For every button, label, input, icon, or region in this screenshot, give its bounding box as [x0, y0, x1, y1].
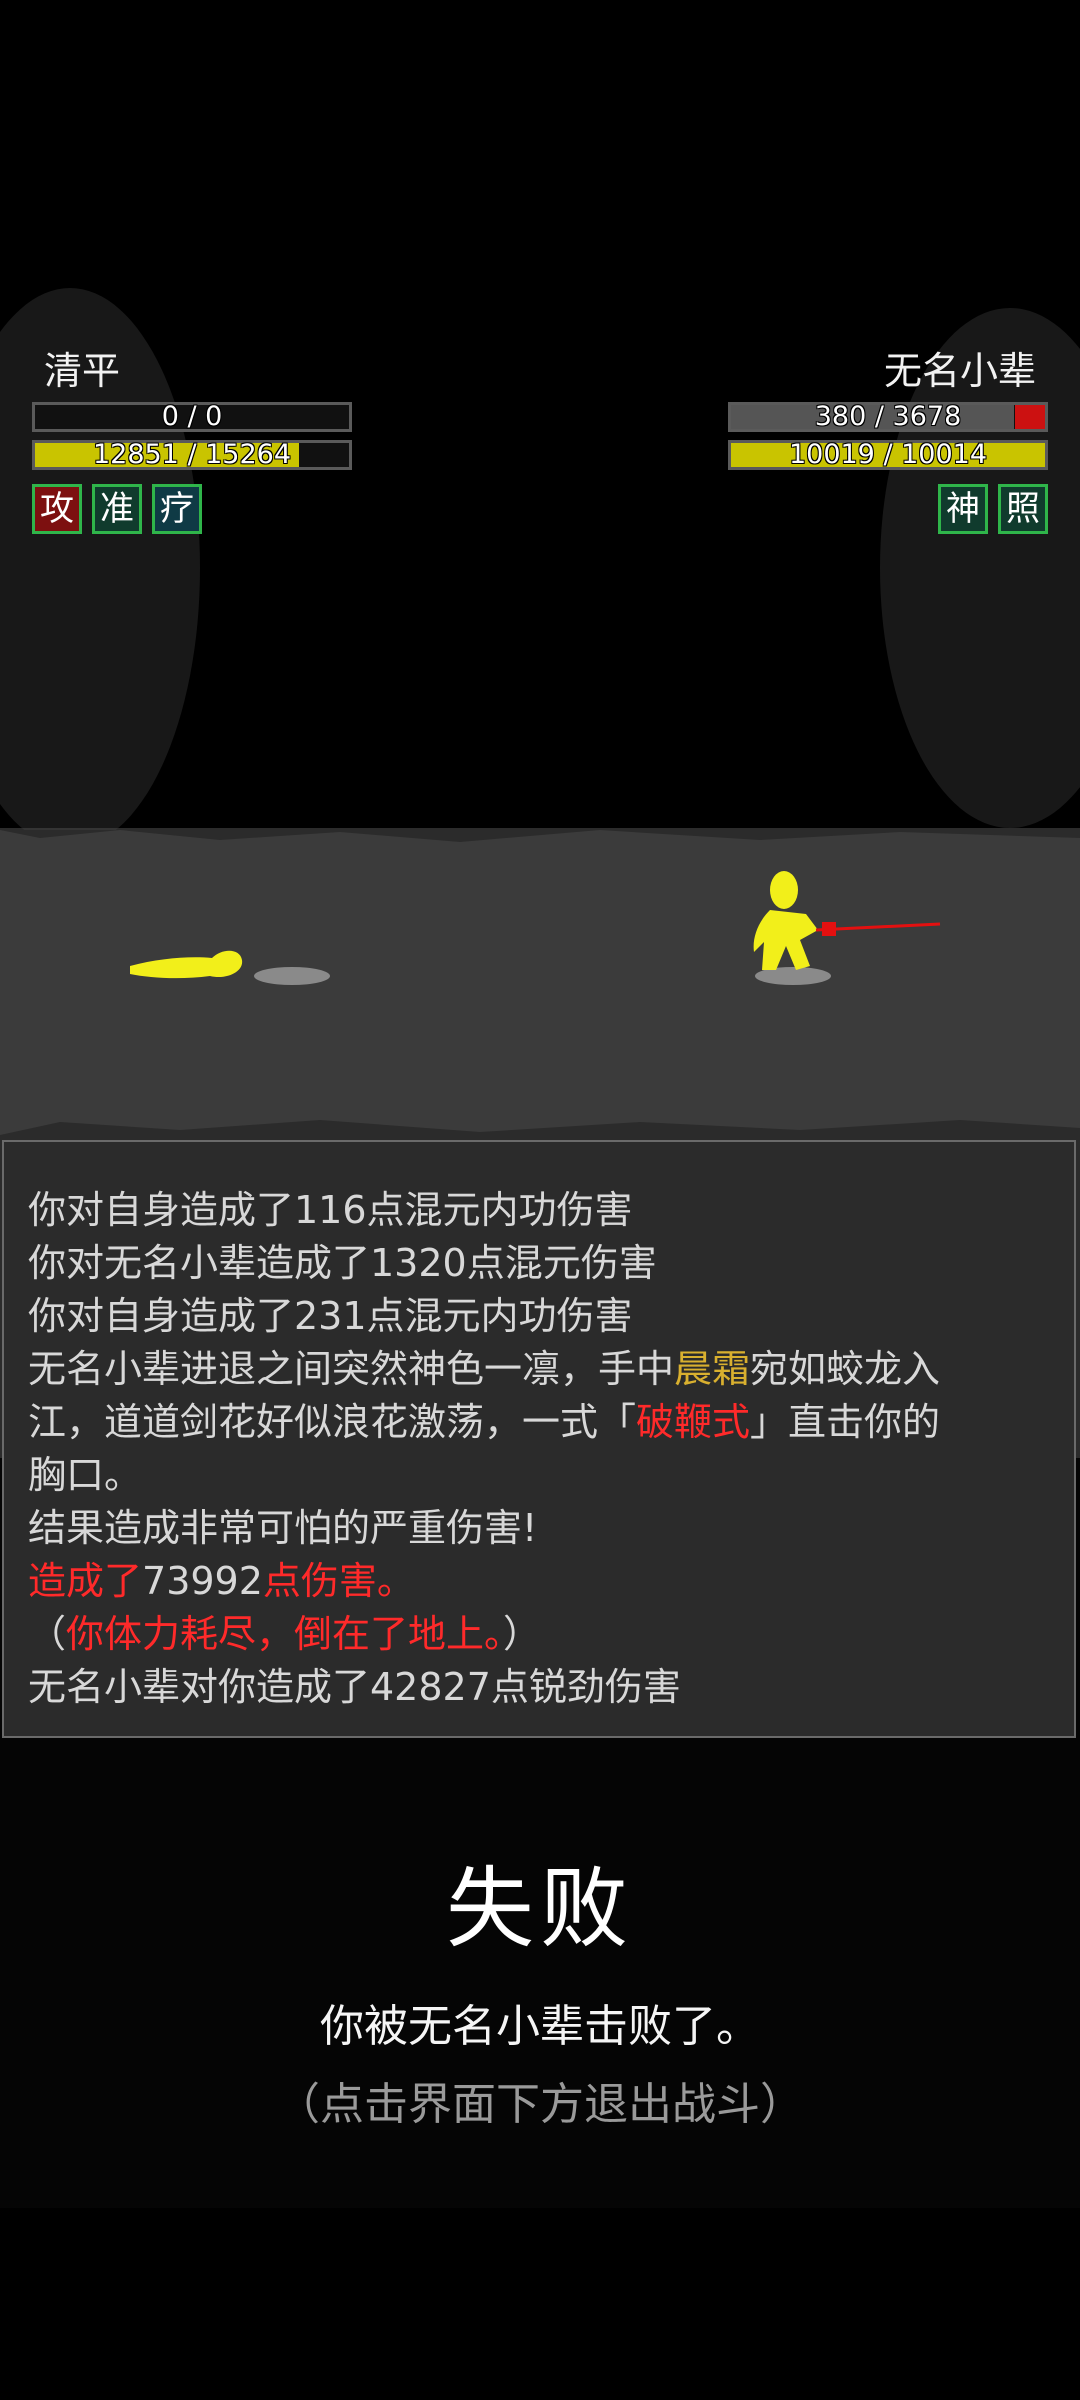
result-message: 你被无名小辈击败了。	[320, 2001, 760, 2052]
log-line: 你对自身造成了231点混元内功伤害	[28, 1290, 1050, 1343]
buff-accuracy[interactable]: 准	[92, 484, 142, 534]
log-line: 你对无名小辈造成了1320点混元伤害	[28, 1237, 1050, 1290]
log-line: 无名小辈对你造成了42827点锐劲伤害	[28, 1661, 1050, 1714]
fallen-player-figure	[130, 950, 243, 979]
enemy-energy-bar: 380 / 3678	[728, 402, 1048, 432]
log-line: 你对自身造成了116点混元内功伤害	[28, 1184, 1050, 1237]
log-line: 无名小辈进退之间突然神色一凛，手中晨霜宛如蛟龙入	[28, 1343, 1050, 1396]
player-hp-text: 12851 / 15264	[92, 439, 292, 470]
log-segment: 破鞭式	[636, 1400, 751, 1444]
log-segment: 结果造成非常可怕的严重伤害!	[28, 1506, 538, 1550]
enemy-name: 无名小辈	[883, 349, 1036, 393]
log-line: 江，道道剑花好似浪花激荡，一式「破鞭式」直击你的	[28, 1396, 1050, 1449]
log-segment: 你对自身造成了116点混元内功伤害	[28, 1188, 633, 1232]
buff-spirit[interactable]: 神	[938, 484, 988, 534]
sword-hilt	[822, 922, 836, 936]
exit-hint[interactable]: （点击界面下方退出战斗）	[0, 2068, 1080, 2132]
buff-attack[interactable]: 攻	[32, 484, 82, 534]
result-title: 失败	[445, 1857, 634, 1960]
player-name: 清平	[44, 349, 121, 393]
log-line: （你体力耗尽，倒在了地上。）	[28, 1608, 1050, 1661]
player-energy-text: 0 / 0	[161, 401, 223, 432]
enemy-status-panel: 无名小辈 380 / 3678 10019 / 10014 神 照	[728, 348, 1048, 534]
combatants-layer	[0, 830, 1080, 1135]
player-hp-bar: 12851 / 15264	[32, 440, 352, 470]
combat-log[interactable]: 你对自身造成了116点混元内功伤害 你对无名小辈造成了1320点混元伤害 你对自身造…	[2, 1140, 1076, 1738]
log-segment: 无名小辈进退之间突然神色一凛，手中	[28, 1347, 675, 1391]
player-status-panel: 清平 0 / 0 12851 / 15264 攻 准 疗	[32, 348, 352, 534]
combat-log-lines: 你对自身造成了116点混元内功伤害 你对无名小辈造成了1320点混元伤害 你对自身造…	[28, 1184, 1050, 1714]
log-line: 胸口。	[28, 1449, 1050, 1502]
battle-ground	[0, 830, 1080, 1135]
log-segment: 」直击你的	[750, 1400, 941, 1444]
enemy-figure	[753, 871, 818, 970]
log-segment: 你对自身造成了231点混元内功伤害	[28, 1294, 633, 1338]
player-energy-bar: 0 / 0	[32, 402, 352, 432]
buff-heal[interactable]: 疗	[152, 484, 202, 534]
log-line: 结果造成非常可怕的严重伤害!	[28, 1502, 1050, 1555]
player-buff-list: 攻 准 疗	[32, 484, 352, 534]
log-segment: 点伤害。	[262, 1559, 415, 1603]
enemy-hp-bar: 10019 / 10014	[728, 440, 1048, 470]
log-segment: ）	[503, 1612, 542, 1656]
log-segment: 胸口。	[28, 1453, 143, 1497]
log-segment: （	[28, 1612, 67, 1656]
enemy-buff-list: 神 照	[728, 484, 1048, 534]
log-fade	[4, 1142, 1074, 1172]
player-shadow	[254, 967, 330, 985]
log-segment: 宛如蛟龙入	[750, 1347, 941, 1391]
log-segment: 73992	[142, 1559, 263, 1603]
enemy-energy-text: 380 / 3678	[814, 401, 962, 432]
log-segment: 晨霜	[674, 1347, 751, 1391]
log-segment: 江，道道剑花好似浪花激荡，一式「	[28, 1400, 637, 1444]
log-line: 造成了73992点伤害。	[28, 1555, 1050, 1608]
log-segment: 你体力耗尽，倒在了地上。	[66, 1612, 504, 1656]
buff-illuminate[interactable]: 照	[998, 484, 1048, 534]
log-segment: 你对无名小辈造成了1320点混元伤害	[28, 1241, 657, 1285]
enemy-hp-text: 10019 / 10014	[788, 439, 988, 470]
log-segment: 造成了	[28, 1559, 143, 1603]
log-segment: 无名小辈对你造成了42827点锐劲伤害	[28, 1665, 681, 1709]
